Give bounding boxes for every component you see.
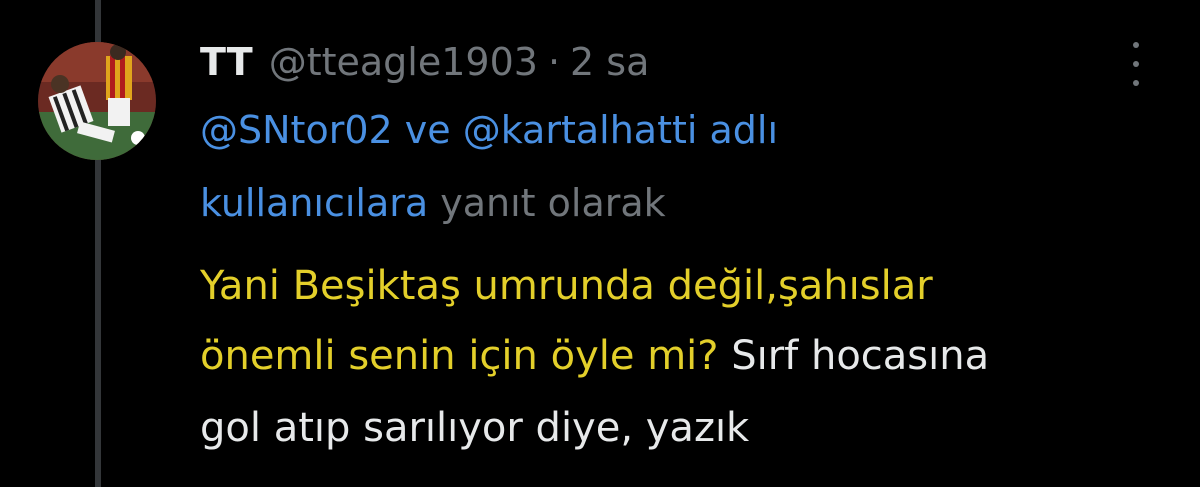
tweet-body-line-3: gol atıp sarılıyor diye, yazık: [200, 398, 1180, 458]
mention-sntor02[interactable]: @SNtor02: [200, 108, 393, 152]
display-name[interactable]: TT: [200, 32, 253, 92]
avatar[interactable]: [38, 42, 156, 160]
more-options-icon[interactable]: [1124, 42, 1148, 86]
tweet-body-line-1: Yani Beşiktaş umrunda değil,şahıslar: [200, 256, 1180, 316]
highlighted-text: önemli senin için öyle mi?: [200, 333, 719, 379]
user-handle[interactable]: @tteagle1903: [269, 32, 538, 92]
more-dot: [1133, 61, 1139, 67]
timestamp[interactable]: 2 sa: [570, 32, 649, 92]
more-dot: [1133, 42, 1139, 48]
body-text: gol atıp sarılıyor diye, yazık: [200, 405, 750, 451]
reply-context-line-2: kullanıcılara yanıt olarak: [200, 173, 1160, 233]
reply-context-line-1: @SNtor02 ve @kartalhatti adlı: [200, 100, 1160, 160]
mention-kartalhatti[interactable]: @kartalhatti adlı: [463, 108, 778, 152]
more-dot: [1133, 80, 1139, 86]
highlighted-text: Yani Beşiktaş umrunda değil,şahıslar: [200, 263, 933, 309]
body-text: Sırf hocasına: [718, 333, 990, 379]
football-player-avatar-icon: [38, 42, 156, 160]
reply-conjunction: ve: [392, 108, 463, 152]
mention-users-link[interactable]: kullanıcılara: [200, 181, 428, 225]
tweet-header: TT @tteagle1903 · 2 sa: [200, 32, 649, 92]
reply-suffix: yanıt olarak: [428, 181, 666, 225]
separator-dot: ·: [547, 40, 561, 84]
tweet-body-line-2: önemli senin için öyle mi? Sırf hocasına: [200, 326, 1180, 386]
